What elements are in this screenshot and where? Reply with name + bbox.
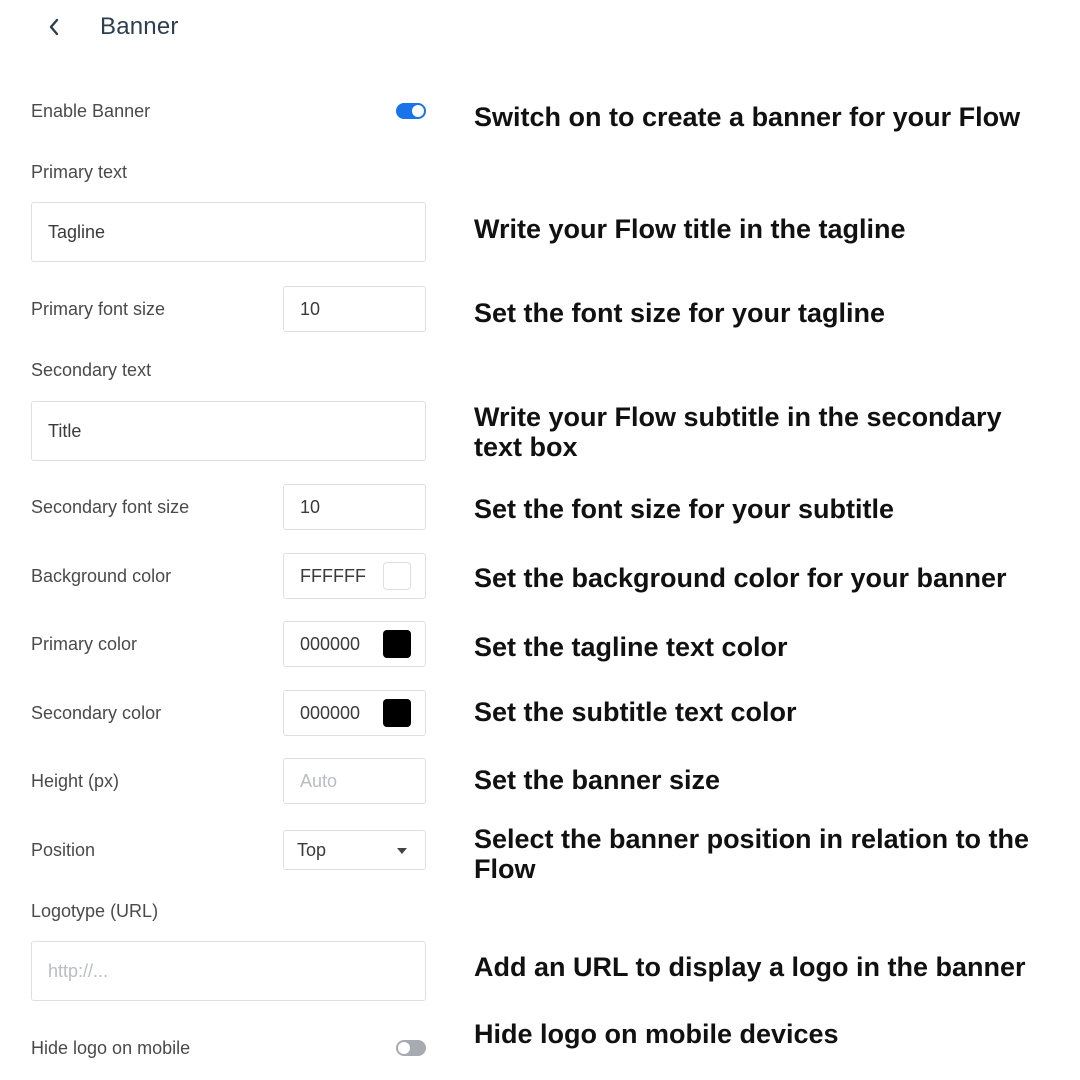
background-color-label: Background color xyxy=(31,566,172,586)
toggle-knob xyxy=(398,1042,410,1054)
secondary-color-value: 000000 xyxy=(300,702,361,723)
back-button[interactable] xyxy=(40,10,68,44)
annotation-enable-banner: Switch on to create a banner for your Fl… xyxy=(474,102,1021,132)
secondary-color-label: Secondary color xyxy=(31,703,162,723)
primary-text-input[interactable]: Tagline xyxy=(31,202,426,262)
annotation-position: Select the banner position in relation t… xyxy=(474,824,1030,884)
position-value: Top xyxy=(297,839,327,860)
logotype-label: Logotype (URL) xyxy=(31,901,159,921)
annotation-logotype: Add an URL to display a logo in the bann… xyxy=(474,952,1026,982)
primary-color-swatch[interactable] xyxy=(383,630,411,658)
secondary-font-size-label: Secondary font size xyxy=(31,497,190,517)
enable-banner-toggle[interactable] xyxy=(396,103,426,119)
position-label: Position xyxy=(31,840,96,860)
secondary-font-size-value: 10 xyxy=(300,496,321,517)
annotation-secondary-font-size: Set the font size for your subtitle xyxy=(474,494,895,524)
primary-text-label: Primary text xyxy=(31,162,128,182)
annotation-secondary-text: Write your Flow subtitle in the secondar… xyxy=(474,402,1002,462)
primary-color-label: Primary color xyxy=(31,634,138,654)
chevron-down-icon xyxy=(397,848,407,854)
background-color-value: FFFFFF xyxy=(300,565,366,586)
background-color-swatch[interactable] xyxy=(383,562,411,590)
annotation-secondary-color: Set the subtitle text color xyxy=(474,697,797,727)
page-title: Banner xyxy=(100,13,179,40)
annotation-primary-color: Set the tagline text color xyxy=(474,632,788,662)
height-placeholder: Auto xyxy=(300,770,338,791)
primary-font-size-label: Primary font size xyxy=(31,299,166,319)
background-color-input[interactable]: FFFFFF xyxy=(283,553,426,599)
position-select[interactable]: Top xyxy=(283,830,426,870)
annotation-height: Set the banner size xyxy=(474,765,721,795)
hide-logo-mobile-toggle[interactable] xyxy=(396,1040,426,1056)
enable-banner-label: Enable Banner xyxy=(31,101,151,121)
primary-font-size-input[interactable]: 10 xyxy=(283,286,426,332)
annotation-primary-font-size: Set the font size for your tagline xyxy=(474,298,886,328)
toggle-knob xyxy=(412,105,424,117)
secondary-color-swatch[interactable] xyxy=(383,699,411,727)
primary-color-value: 000000 xyxy=(300,633,361,654)
logotype-placeholder: http://... xyxy=(48,960,109,981)
chevron-left-icon xyxy=(49,18,59,36)
primary-text-value: Tagline xyxy=(48,221,106,242)
secondary-text-input[interactable]: Title xyxy=(31,401,426,461)
primary-color-input[interactable]: 000000 xyxy=(283,621,426,667)
primary-font-size-value: 10 xyxy=(300,298,321,319)
annotation-hide-logo-mobile: Hide logo on mobile devices xyxy=(474,1019,839,1049)
height-label: Height (px) xyxy=(31,771,120,791)
logotype-url-input[interactable]: http://... xyxy=(31,941,426,1001)
secondary-font-size-input[interactable]: 10 xyxy=(283,484,426,530)
annotation-primary-text: Write your Flow title in the tagline xyxy=(474,214,906,244)
secondary-color-input[interactable]: 000000 xyxy=(283,690,426,736)
height-input[interactable]: Auto xyxy=(283,758,426,804)
annotation-background-color: Set the background color for your banner xyxy=(474,563,1007,593)
hide-logo-mobile-label: Hide logo on mobile xyxy=(31,1038,191,1058)
secondary-text-label: Secondary text xyxy=(31,360,152,380)
secondary-text-value: Title xyxy=(48,420,82,441)
